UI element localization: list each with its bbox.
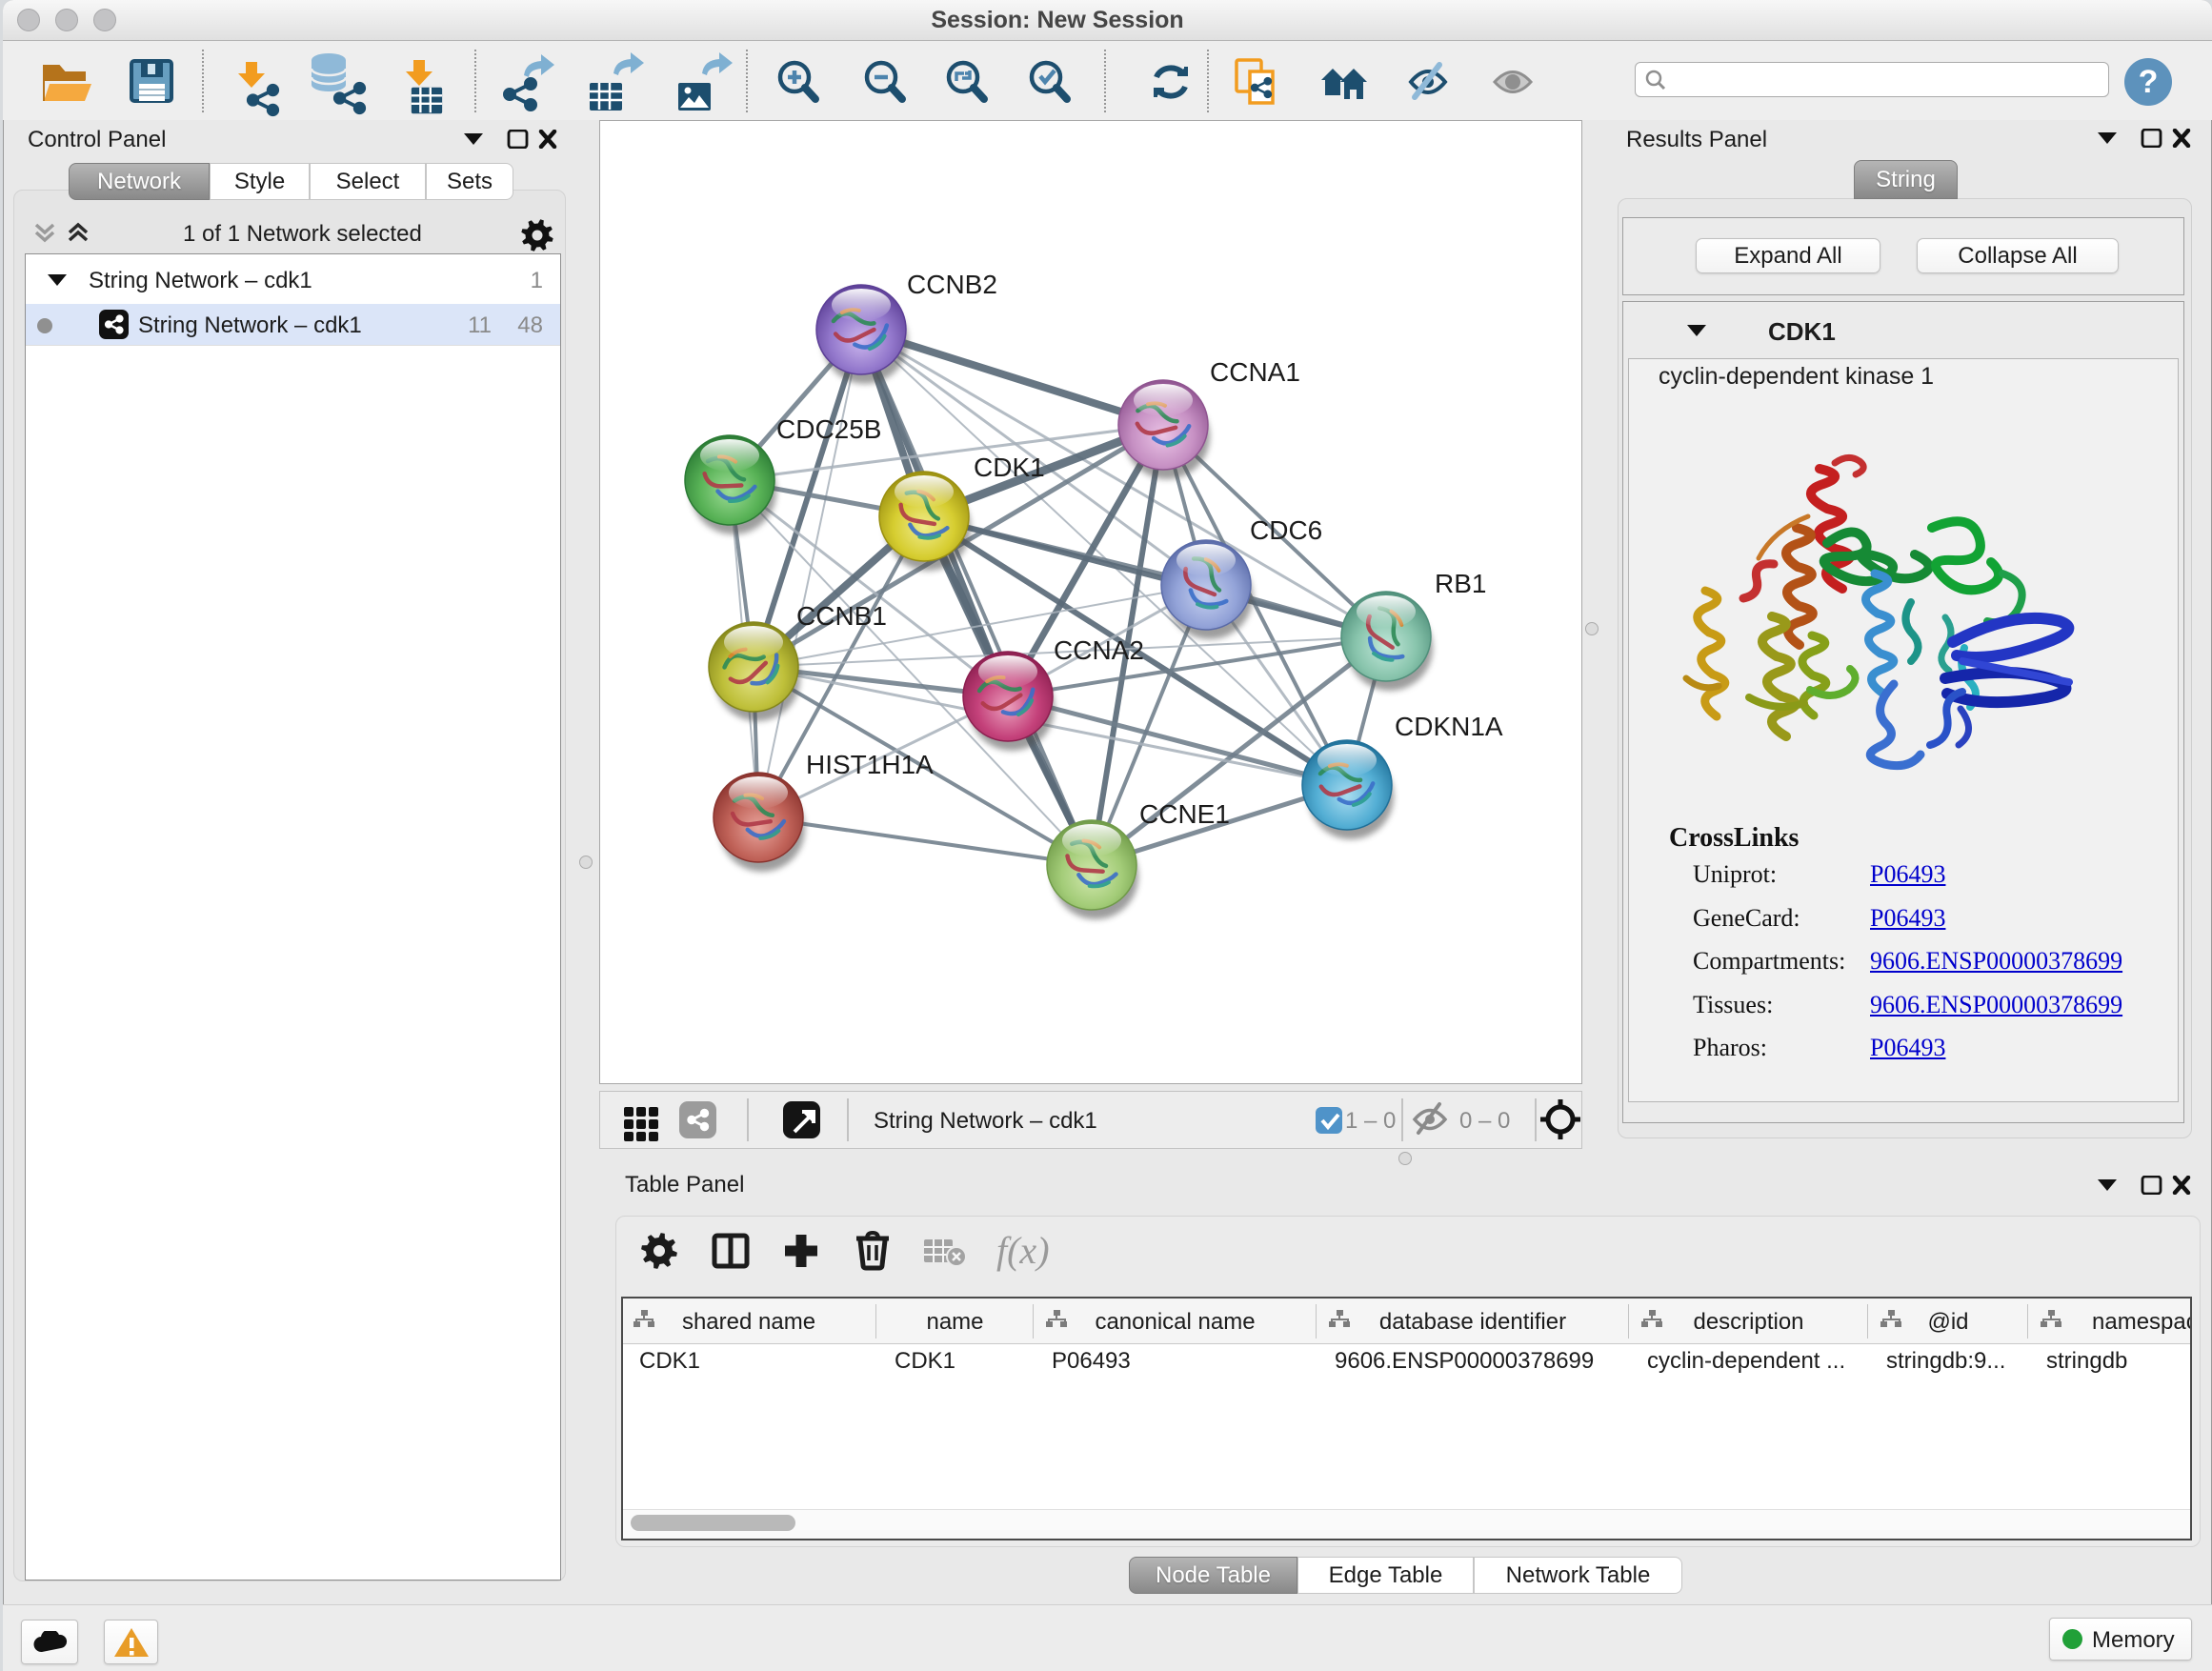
svg-text:CDC6: CDC6 — [1250, 515, 1322, 545]
svg-text:HIST1H1A: HIST1H1A — [806, 750, 934, 779]
svg-text:CDK1: CDK1 — [974, 453, 1045, 482]
svg-text:CCNE1: CCNE1 — [1139, 799, 1230, 829]
svg-text:CCNA2: CCNA2 — [1054, 635, 1144, 665]
svg-text:RB1: RB1 — [1435, 569, 1486, 598]
svg-text:CCNB2: CCNB2 — [907, 270, 997, 299]
svg-text:CDC25B: CDC25B — [776, 414, 881, 444]
svg-text:CCNB1: CCNB1 — [796, 601, 887, 631]
svg-text:CDKN1A: CDKN1A — [1395, 712, 1503, 741]
svg-text:CCNA1: CCNA1 — [1210, 357, 1300, 387]
svg-text:f(x): f(x) — [996, 1229, 1050, 1272]
svg-text:?: ? — [2139, 64, 2159, 100]
